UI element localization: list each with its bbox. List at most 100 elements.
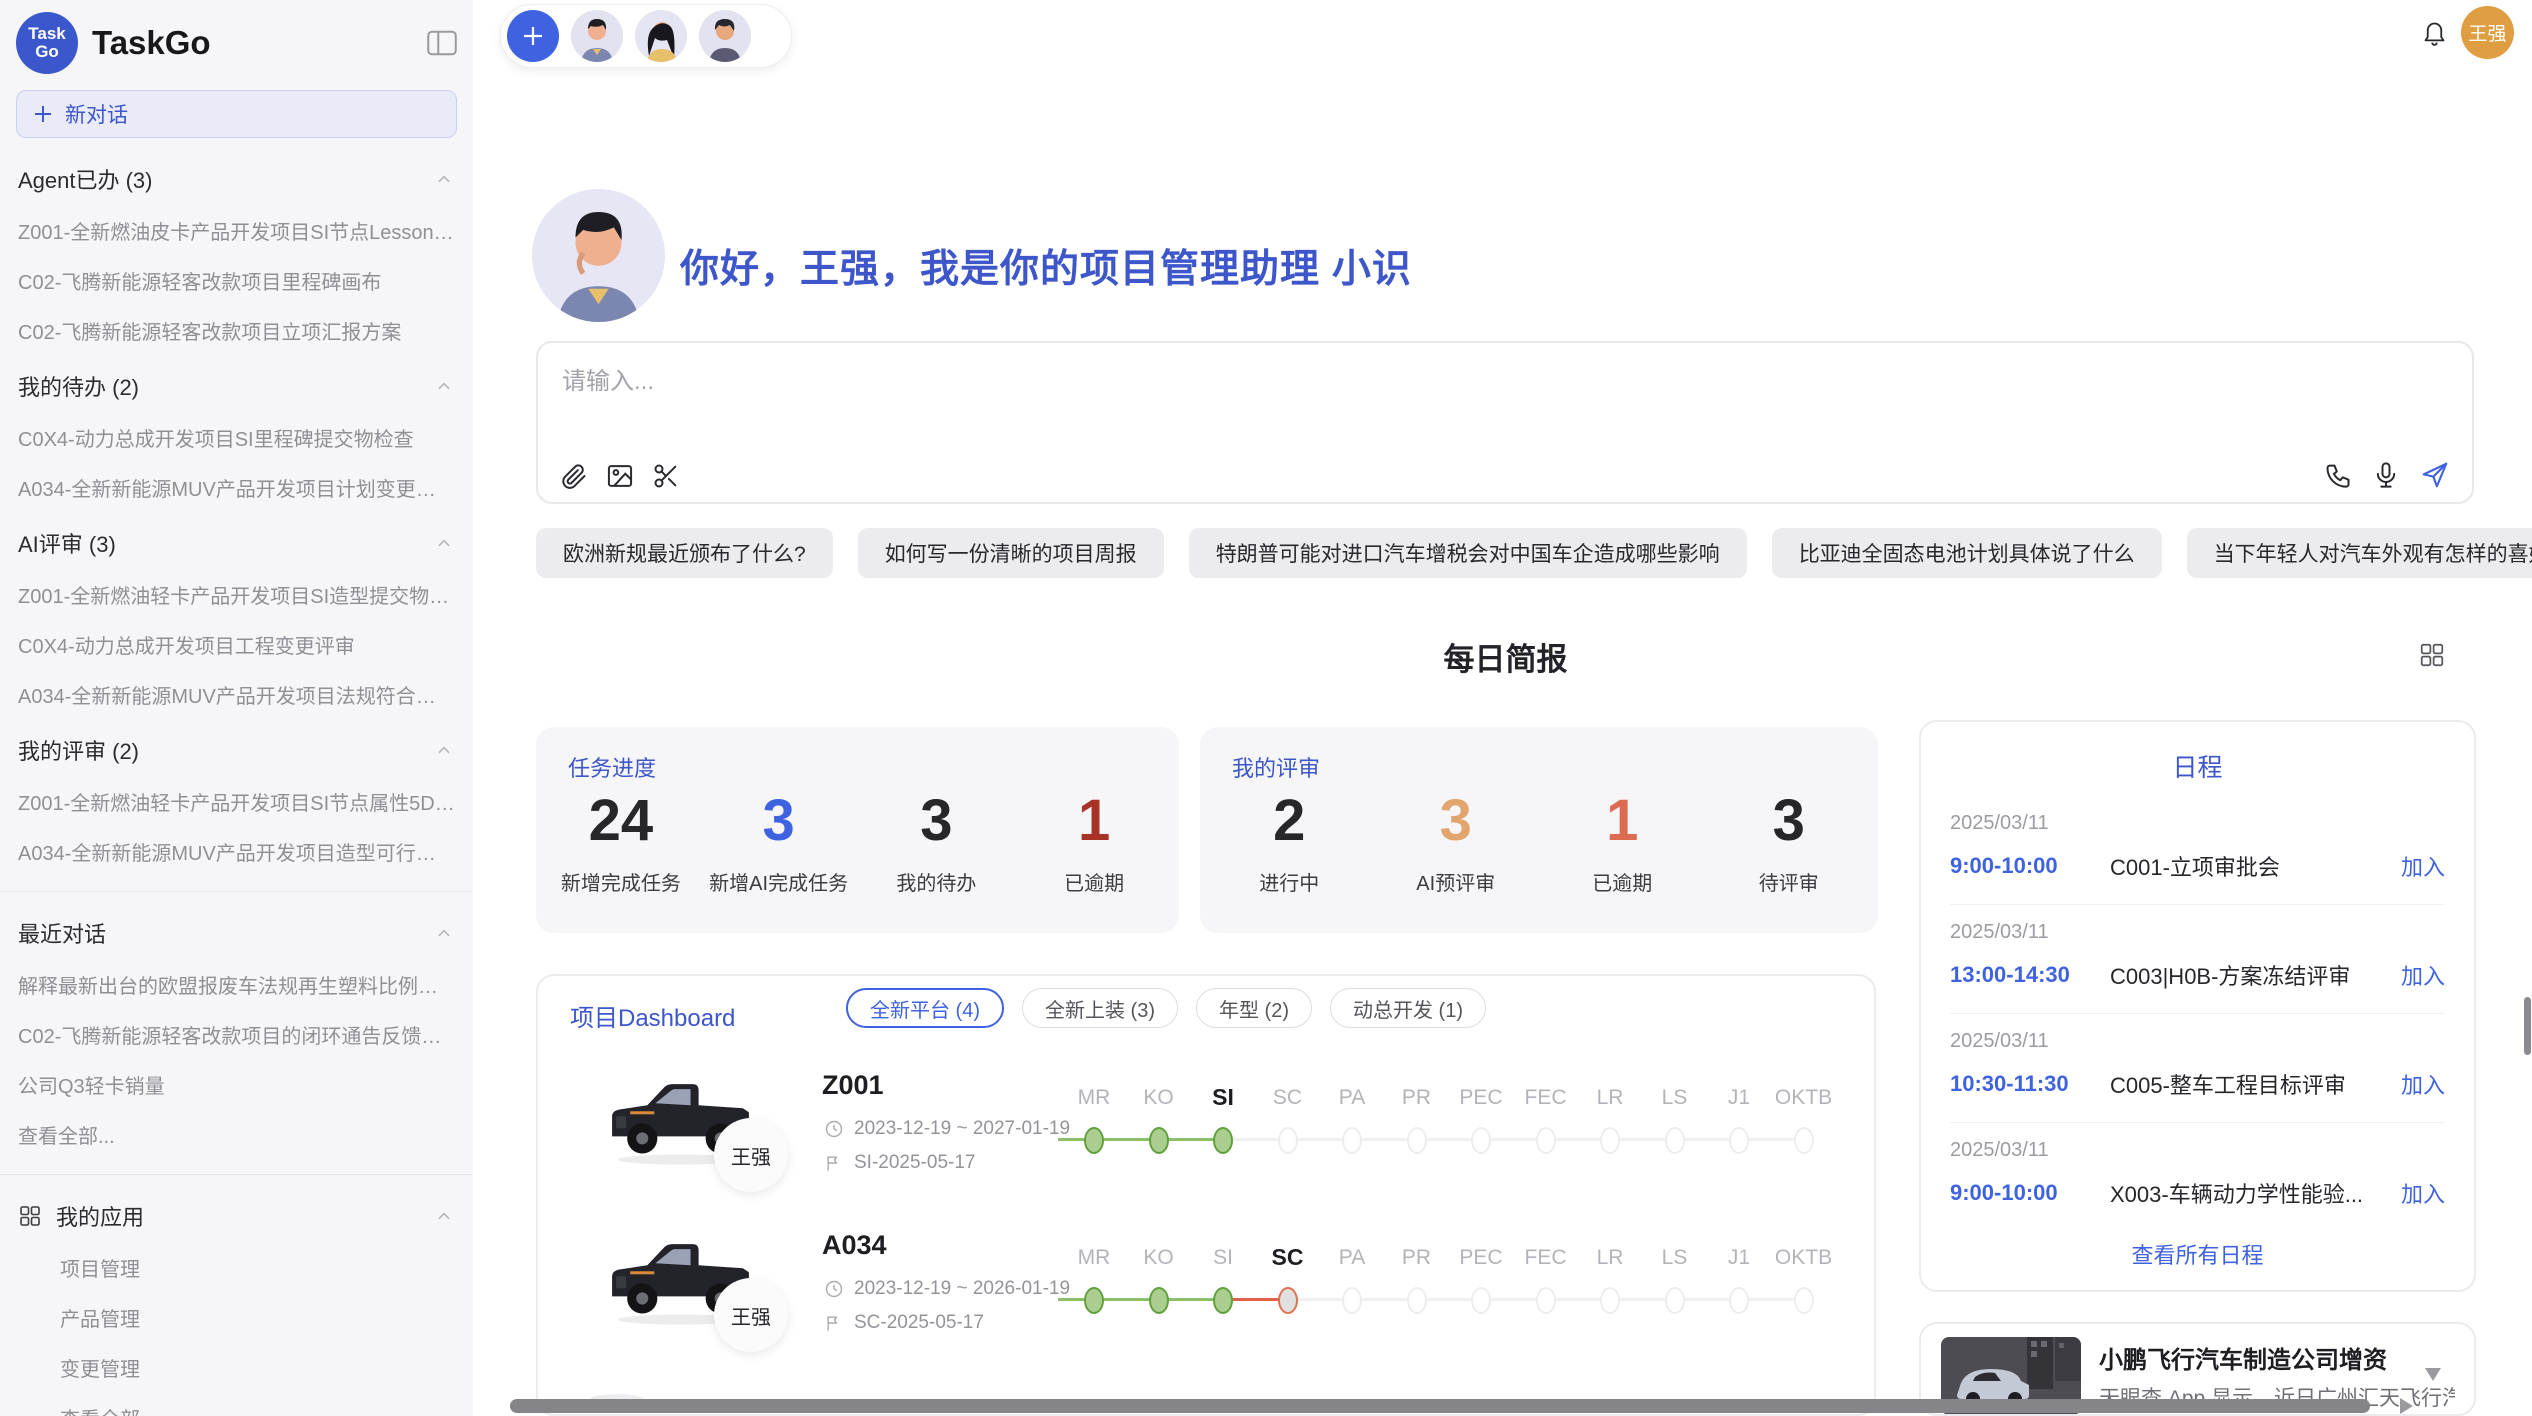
schedule-join-link[interactable]: 加入: [2401, 959, 2445, 991]
chat-input[interactable]: [560, 359, 2444, 447]
dashboard-tab[interactable]: 动总开发 (1): [1330, 988, 1486, 1028]
milestone-node[interactable]: [1407, 1287, 1427, 1314]
image-upload-icon[interactable]: [606, 462, 634, 490]
stat-label: 已逾期: [1539, 867, 1706, 896]
dashboard-tabs: 全新平台 (4) 全新上装 (3) 年型 (2) 动总开发 (1): [846, 988, 1486, 1028]
scroll-right-arrow[interactable]: [2400, 1398, 2413, 1414]
sidebar-section-header[interactable]: 最近对话: [18, 917, 455, 949]
notification-bell-icon[interactable]: [2421, 18, 2448, 47]
milestone-node[interactable]: [1600, 1287, 1620, 1314]
dashboard-tab[interactable]: 年型 (2): [1196, 988, 1312, 1028]
news-title: 小鹏飞行汽车制造公司增资: [2099, 1340, 2387, 1375]
sidebar-item[interactable]: 查看全部...: [60, 1403, 455, 1416]
milestone-node[interactable]: [1536, 1287, 1556, 1314]
sidebar-divider: [0, 891, 473, 892]
milestone-node[interactable]: [1536, 1127, 1556, 1154]
microphone-icon[interactable]: [2372, 461, 2400, 489]
sidebar-item[interactable]: 项目管理: [60, 1253, 455, 1282]
milestone-node[interactable]: [1084, 1287, 1104, 1314]
sidebar-section-header[interactable]: Agent已办 (3): [18, 163, 455, 195]
sidebar-item[interactable]: 产品管理: [60, 1303, 455, 1332]
dashboard-tab[interactable]: 全新上装 (3): [1022, 988, 1178, 1028]
milestone-node[interactable]: [1729, 1287, 1749, 1314]
milestone-node[interactable]: [1213, 1287, 1233, 1314]
suggestion-chip[interactable]: 当下年轻人对汽车外观有怎样的喜好趋势: [2187, 528, 2532, 578]
sidebar-item[interactable]: A034-全新新能源MUV产品开发项目法规符合性评审: [18, 680, 455, 709]
milestone-node[interactable]: [1471, 1127, 1491, 1154]
milestone-node[interactable]: [1149, 1287, 1169, 1314]
add-agent-button[interactable]: [507, 10, 559, 62]
sidebar-collapse-icon[interactable]: [427, 30, 457, 56]
schedule-join-link[interactable]: 加入: [2401, 1177, 2445, 1209]
sidebar-item[interactable]: C0X4-动力总成开发项目SI里程碑提交物检查: [18, 423, 455, 452]
sidebar-item[interactable]: A034-全新新能源MUV产品开发项目造型可行性评审: [18, 837, 455, 866]
attachment-icon[interactable]: [560, 462, 588, 490]
milestone-node[interactable]: [1149, 1127, 1169, 1154]
sidebar-item[interactable]: 公司Q3轻卡销量: [18, 1070, 455, 1099]
sidebar-item[interactable]: C02-飞腾新能源轻客改款项目的闭环通告反馈情况: [18, 1020, 455, 1049]
milestone-node[interactable]: [1471, 1287, 1491, 1314]
briefing-layout-icon[interactable]: [2419, 642, 2445, 668]
suggestion-chip[interactable]: 如何写一份清晰的项目周报: [858, 528, 1164, 578]
sidebar-item[interactable]: C02-飞腾新能源轻客改款项目里程碑画布: [18, 266, 455, 295]
sidebar-item[interactable]: C0X4-动力总成开发项目工程变更评审: [18, 630, 455, 659]
schedule-join-link[interactable]: 加入: [2401, 850, 2445, 882]
sidebar-item[interactable]: Z001-全新燃油轻卡产品开发项目SI节点属性5D文件评审: [18, 787, 455, 816]
project-row-A034[interactable]: 王强A0342023-12-19 ~ 2026-01-19SC-2025-05-…: [538, 1226, 1874, 1386]
scroll-down-arrow[interactable]: [2425, 1368, 2441, 1381]
milestone-node[interactable]: [1213, 1127, 1233, 1154]
milestone-node[interactable]: [1278, 1127, 1298, 1154]
stat-label: AI预评审: [1373, 867, 1540, 896]
user-avatar[interactable]: 王强: [2461, 6, 2514, 59]
agent-avatar-3[interactable]: [699, 10, 751, 62]
sidebar-item[interactable]: 变更管理: [60, 1353, 455, 1382]
milestone-node[interactable]: [1794, 1127, 1814, 1154]
view-all-schedule-link[interactable]: 查看所有日程: [1921, 1238, 2474, 1270]
new-chat-button[interactable]: 新对话: [16, 90, 457, 138]
send-icon[interactable]: [2420, 460, 2450, 490]
milestone-node[interactable]: [1278, 1287, 1298, 1314]
flag-icon: [824, 1313, 844, 1333]
stat-value: 1: [1539, 789, 1706, 853]
agent-avatar-2[interactable]: [635, 10, 687, 62]
sidebar-section-header[interactable]: AI评审 (3): [18, 527, 455, 559]
suggestion-chip[interactable]: 比亚迪全固态电池计划具体说了什么: [1772, 528, 2162, 578]
vertical-scrollbar-thumb[interactable]: [2524, 997, 2531, 1055]
suggestion-chip[interactable]: 特朗普可能对进口汽车增税会对中国车企造成哪些影响: [1189, 528, 1747, 578]
suggestion-chip[interactable]: 欧洲新规最近颁布了什么?: [536, 528, 833, 578]
sidebar-item[interactable]: Z001-全新燃油轻卡产品开发项目SI造型提交物评审: [18, 580, 455, 609]
sidebar-item[interactable]: Z001-全新燃油皮卡产品开发项目SI节点Lesson Learn报告: [18, 216, 455, 245]
milestone-node[interactable]: [1600, 1127, 1620, 1154]
sidebar-section-header[interactable]: 我的应用: [18, 1200, 455, 1232]
schedule-date: 2025/03/11: [1950, 812, 2445, 835]
milestone-node[interactable]: [1342, 1287, 1362, 1314]
schedule-date: 2025/03/11: [1950, 921, 2445, 944]
sidebar-item[interactable]: A034-全新新能源MUV产品开发项目计划变更表编写: [18, 473, 455, 502]
app-title: TaskGo: [92, 24, 427, 62]
scissors-icon[interactable]: [652, 462, 680, 490]
dashboard-tab[interactable]: 全新平台 (4): [846, 988, 1004, 1028]
sidebar-section-header[interactable]: 我的评审 (2): [18, 734, 455, 766]
milestone-node[interactable]: [1794, 1287, 1814, 1314]
milestone-node[interactable]: [1084, 1127, 1104, 1154]
stat: 24新增完成任务: [542, 789, 700, 896]
milestone-node[interactable]: [1665, 1287, 1685, 1314]
agent-avatar-1[interactable]: [571, 10, 623, 62]
schedule-date: 2025/03/11: [1950, 1139, 2445, 1162]
sidebar-item[interactable]: 解释最新出台的欧盟报废车法规再生塑料比例被调至15%...: [18, 970, 455, 999]
sidebar-item[interactable]: 查看全部...: [18, 1120, 455, 1149]
sidebar-section-header[interactable]: 我的待办 (2): [18, 370, 455, 402]
milestone-node[interactable]: [1342, 1127, 1362, 1154]
sidebar-item[interactable]: C02-飞腾新能源轻客改款项目立项汇报方案: [18, 316, 455, 345]
phone-call-icon[interactable]: [2324, 461, 2352, 489]
schedule-event-name: C005-整车工程目标评审: [2110, 1068, 2389, 1100]
sidebar-section-label: 我的待办 (2): [18, 370, 139, 402]
project-row-Z001[interactable]: 王强Z0012023-12-19 ~ 2027-01-19SI-2025-05-…: [538, 1066, 1874, 1226]
milestone-node[interactable]: [1665, 1127, 1685, 1154]
milestone-node[interactable]: [1407, 1127, 1427, 1154]
horizontal-scrollbar-thumb[interactable]: [510, 1399, 2370, 1413]
schedule-join-link[interactable]: 加入: [2401, 1068, 2445, 1100]
clock-icon: [824, 1279, 844, 1299]
milestone-node[interactable]: [1729, 1127, 1749, 1154]
schedule-item: 2025/03/1110:30-11:30C005-整车工程目标评审加入: [1950, 1014, 2445, 1123]
